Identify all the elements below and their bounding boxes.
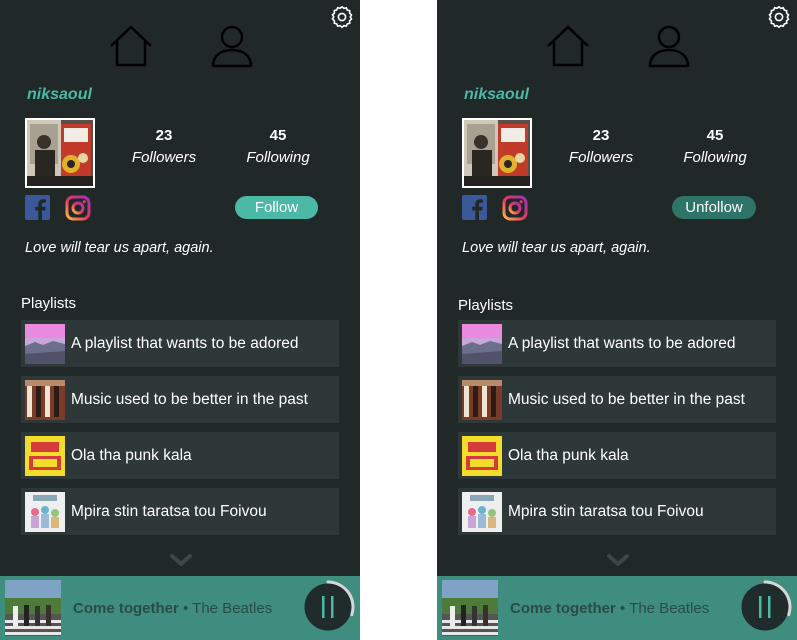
now-playing-artist: The Beatles	[192, 600, 273, 617]
playlists-heading: Playlists	[458, 297, 514, 314]
playlist-cover	[25, 380, 65, 420]
playlist-cover	[462, 380, 502, 420]
playlist-item[interactable]: A playlist that wants to be adored	[458, 320, 776, 367]
instagram-icon[interactable]	[502, 195, 528, 221]
home-icon[interactable]	[108, 24, 154, 68]
playlist-item[interactable]: A playlist that wants to be adored	[21, 320, 339, 367]
pause-icon[interactable]	[301, 580, 355, 634]
avatar[interactable]	[462, 118, 532, 188]
playlist-title: Mpira stin taratsa tou Foivou	[71, 503, 267, 520]
followers-stat[interactable]: 23 Followers	[546, 127, 656, 166]
now-playing-title: Come together	[510, 600, 616, 617]
now-playing-title: Come together	[73, 600, 179, 617]
facebook-icon[interactable]	[25, 195, 50, 220]
now-playing-separator: •	[178, 600, 193, 617]
following-stat[interactable]: 45 Following	[223, 127, 333, 166]
bio-text: Love will tear us apart, again.	[462, 240, 651, 256]
playlist-item[interactable]: Mpira stin taratsa tou Foivou	[21, 488, 339, 535]
playlist-title: A playlist that wants to be adored	[508, 335, 736, 352]
playlist-title: A playlist that wants to be adored	[71, 335, 299, 352]
playlist-cover	[25, 492, 65, 532]
following-stat[interactable]: 45 Following	[660, 127, 770, 166]
playlist-cover	[25, 324, 65, 364]
playlist-title: Mpira stin taratsa tou Foivou	[508, 503, 704, 520]
chevron-down-icon[interactable]	[170, 553, 192, 567]
follow-button[interactable]: Follow	[235, 196, 318, 219]
gear-icon[interactable]	[767, 5, 791, 29]
now-playing-artist: The Beatles	[629, 600, 710, 617]
avatar[interactable]	[25, 118, 95, 188]
now-playing-cover	[442, 580, 498, 636]
now-playing-separator: •	[615, 600, 630, 617]
username: niksaoul	[464, 86, 529, 103]
playlist-cover	[25, 436, 65, 476]
playlist-cover	[462, 324, 502, 364]
facebook-icon[interactable]	[462, 195, 487, 220]
now-playing-text: Come together • The Beatles	[510, 600, 709, 617]
username: niksaoul	[27, 86, 92, 103]
playlist-item[interactable]: Ola tha punk kala	[458, 432, 776, 479]
pause-icon[interactable]	[738, 580, 792, 634]
followers-stat[interactable]: 23 Followers	[109, 127, 219, 166]
following-count: 45	[706, 127, 724, 144]
instagram-icon[interactable]	[65, 195, 91, 221]
profile-screen-not-following: niksaoul 23 Followers 45 Following Follo…	[0, 0, 360, 640]
user-icon[interactable]	[647, 24, 691, 68]
unfollow-button[interactable]: Unfollow	[672, 196, 756, 219]
following-label: Following	[683, 149, 747, 166]
following-count: 45	[269, 127, 287, 144]
playlist-title: Music used to be better in the past	[71, 391, 308, 408]
following-label: Following	[246, 149, 310, 166]
playlist-item[interactable]: Mpira stin taratsa tou Foivou	[458, 488, 776, 535]
profile-screen-following: niksaoul 23 Followers 45 Following Unfol…	[437, 0, 797, 640]
followers-count: 23	[155, 127, 173, 144]
now-playing-text: Come together • The Beatles	[73, 600, 272, 617]
chevron-down-icon[interactable]	[607, 553, 629, 567]
gear-icon[interactable]	[330, 5, 354, 29]
followers-count: 23	[592, 127, 610, 144]
playlists-heading: Playlists	[21, 295, 77, 312]
playlist-title: Music used to be better in the past	[508, 391, 745, 408]
playlist-title: Ola tha punk kala	[71, 447, 192, 464]
playlist-cover	[462, 492, 502, 532]
playlist-item[interactable]: Music used to be better in the past	[458, 376, 776, 423]
home-icon[interactable]	[545, 24, 591, 68]
playlist-item[interactable]: Music used to be better in the past	[21, 376, 339, 423]
user-icon[interactable]	[210, 24, 254, 68]
now-playing-cover	[5, 580, 61, 636]
bio-text: Love will tear us apart, again.	[25, 240, 214, 256]
followers-label: Followers	[131, 149, 197, 166]
playlist-item[interactable]: Ola tha punk kala	[21, 432, 339, 479]
followers-label: Followers	[568, 149, 634, 166]
playlist-title: Ola tha punk kala	[508, 447, 629, 464]
playlist-cover	[462, 436, 502, 476]
